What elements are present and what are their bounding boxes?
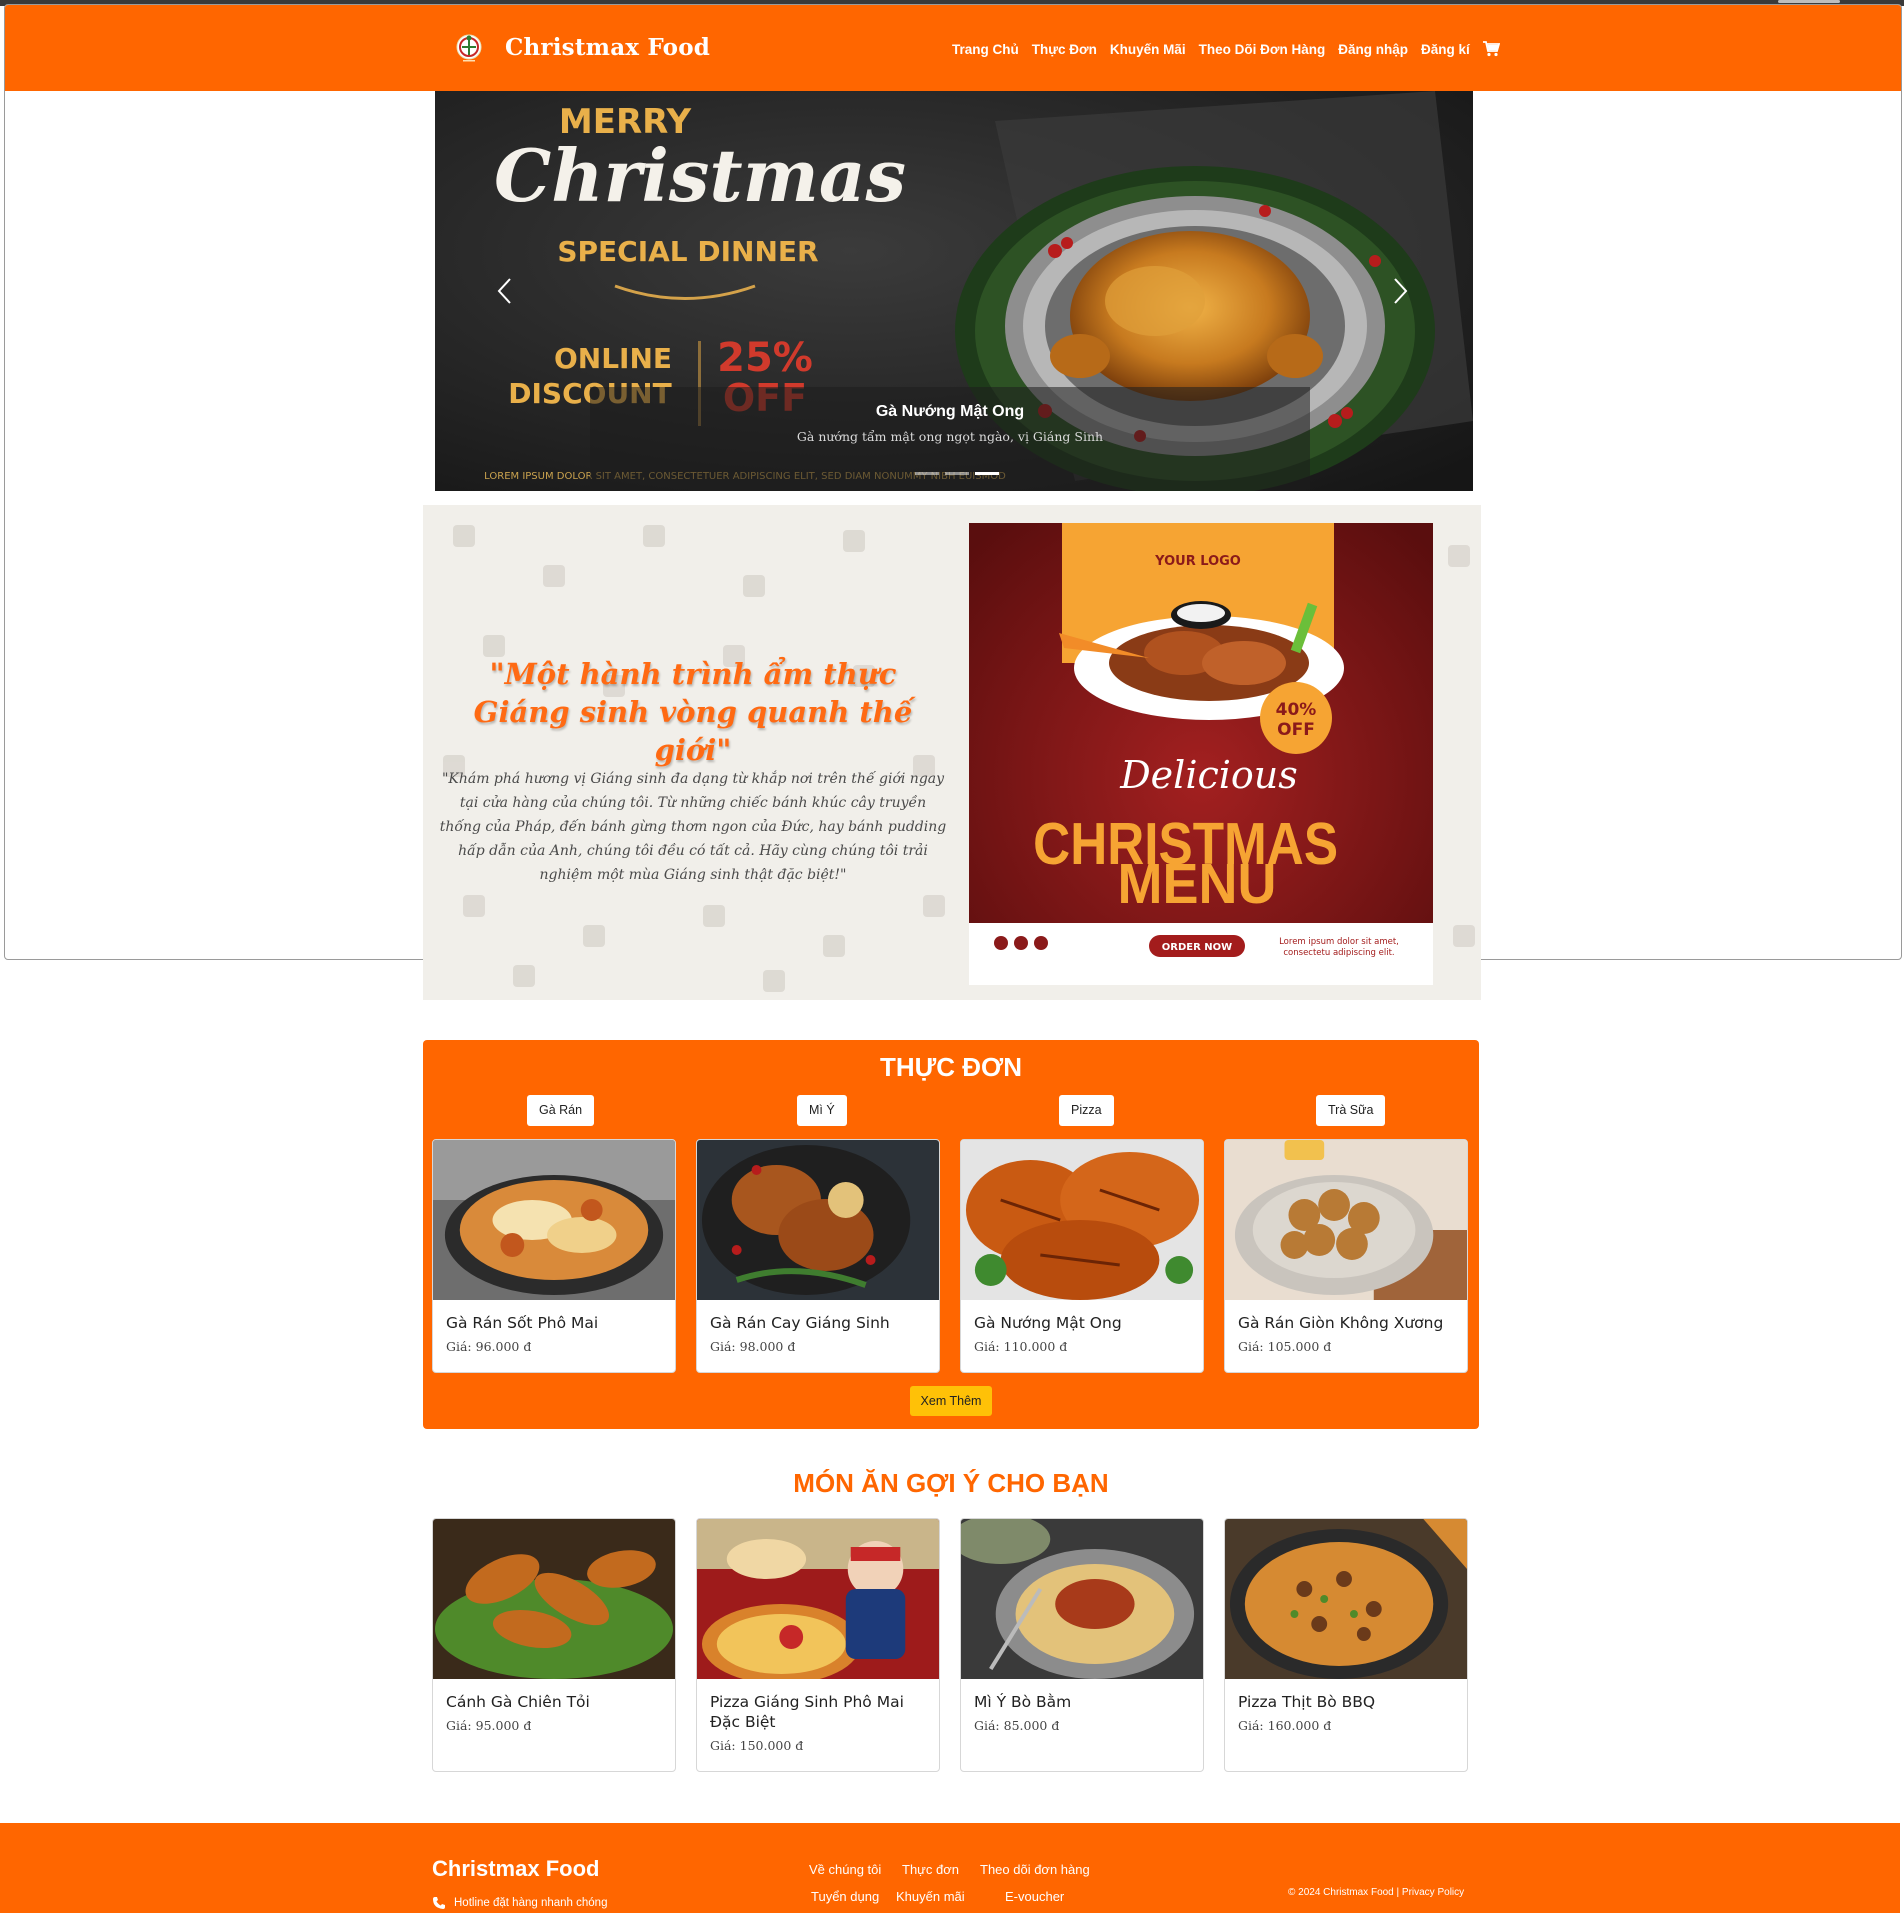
svg-text:consectetu adipiscing elit.: consectetu adipiscing elit.: [1283, 948, 1394, 958]
view-more-button[interactable]: Xem Thêm: [910, 1386, 992, 1416]
food-image: [961, 1519, 1203, 1679]
carousel-next-button[interactable]: [1385, 271, 1415, 311]
food-name: Mì Ý Bò Bằm: [974, 1693, 1072, 1711]
intro-quote: "Một hành trình ẩm thực Giáng sinh vòng …: [473, 657, 913, 767]
brand-logo-icon: [456, 34, 482, 62]
filter-milk-tea-button[interactable]: Trà Sữa: [1316, 1095, 1386, 1126]
suggestion-card[interactable]: Pizza Giáng Sinh Phô Mai Đặc Biệt Giá: 1…: [696, 1518, 940, 1772]
menu-title: THỰC ĐƠN: [880, 1052, 1022, 1082]
food-name: Gà Nướng Mật Ong: [974, 1314, 1122, 1332]
svg-text:ONLINE: ONLINE: [554, 342, 672, 375]
footer-copyright: © 2024 Christmax Food | Privacy Policy: [1288, 1887, 1465, 1898]
carousel-indicator-active[interactable]: [975, 472, 999, 475]
nav-menu[interactable]: Thực Đơn: [1032, 42, 1097, 57]
navbar: Christmax Food Trang Chủ Thực Đơn Khuyến…: [5, 5, 1901, 91]
carousel-caption: Gà Nướng Mật Ong Gà nướng tẩm mật ong ng…: [590, 387, 1310, 491]
food-price: Giá: 95.000 đ: [446, 1718, 532, 1733]
nav-track-order[interactable]: Theo Dõi Đơn Hàng: [1199, 42, 1326, 57]
food-image: [961, 1140, 1203, 1300]
food-price: Giá: 160.000 đ: [1238, 1718, 1332, 1733]
intro-section: "Một hành trình ẩm thực Giáng sinh vòng …: [423, 505, 1481, 1000]
footer-link-menu[interactable]: Thực đơn: [902, 1862, 959, 1877]
svg-text:25%: 25%: [717, 335, 813, 381]
menu-card[interactable]: Gà Rán Giòn Không Xương Giá: 105.000 đ: [1224, 1139, 1468, 1373]
carousel-indicator[interactable]: [945, 472, 969, 475]
main-nav: Trang Chủ Thực Đơn Khuyến Mãi Theo Dõi Đ…: [952, 41, 1500, 57]
food-name: Pizza Giáng Sinh Phô Mai Đặc Biệt: [710, 1693, 904, 1731]
food-price: Giá: 110.000 đ: [974, 1339, 1068, 1354]
nav-home[interactable]: Trang Chủ: [952, 42, 1019, 57]
hero-carousel: MERRY Christmas SPECIAL DINNER ONLINE DI…: [435, 91, 1473, 491]
svg-text:SPECIAL DINNER: SPECIAL DINNER: [557, 235, 818, 268]
footer-link-track-order[interactable]: Theo dõi đơn hàng: [980, 1862, 1090, 1877]
food-name: Cánh Gà Chiên Tỏi: [446, 1693, 590, 1711]
food-name: Gà Rán Giòn Không Xương: [1238, 1314, 1444, 1332]
footer: Christmax Food Hotline đặt hàng nhanh ch…: [0, 1823, 1900, 1913]
phone-icon: [433, 1897, 445, 1909]
svg-text:MENU: MENU: [1118, 852, 1277, 915]
filter-fried-chicken-button[interactable]: Gà Rán: [527, 1095, 595, 1126]
filter-spaghetti-button[interactable]: Mì Ý: [797, 1095, 847, 1126]
footer-link-promotions[interactable]: Khuyến mãi: [896, 1889, 965, 1904]
food-image: [697, 1519, 939, 1679]
footer-link-about[interactable]: Về chúng tôi: [809, 1862, 881, 1877]
food-price: Giá: 150.000 đ: [710, 1738, 804, 1753]
carousel-indicators: [915, 472, 1005, 475]
svg-text:OFF: OFF: [1277, 720, 1315, 740]
brand-name: Christmax Food: [505, 33, 711, 61]
nav-login[interactable]: Đăng nhập: [1338, 42, 1408, 57]
food-image: [1225, 1140, 1467, 1300]
svg-text:Lorem ipsum dolor sit amet,: Lorem ipsum dolor sit amet,: [1279, 937, 1399, 947]
nav-promotions[interactable]: Khuyến Mãi: [1110, 42, 1186, 57]
svg-text:40%: 40%: [1276, 700, 1317, 720]
nav-register[interactable]: Đăng kí: [1421, 42, 1470, 57]
promo-poster-image: YOUR LOGO 40% OFF Delicious CHRISTMAS ME…: [969, 523, 1433, 985]
footer-brand: Christmax Food: [432, 1856, 600, 1881]
carousel-prev-button[interactable]: [490, 271, 520, 311]
food-name: Gà Rán Cay Giáng Sinh: [710, 1314, 890, 1332]
food-price: Giá: 96.000 đ: [446, 1339, 532, 1354]
brand[interactable]: Christmax Food: [453, 29, 710, 65]
svg-text:Delicious: Delicious: [1119, 753, 1298, 797]
footer-link-evoucher[interactable]: E-voucher: [1005, 1889, 1064, 1904]
menu-card[interactable]: Gà Rán Sốt Phô Mai Giá: 96.000 đ: [432, 1139, 676, 1373]
menu-card[interactable]: Gà Rán Cay Giáng Sinh Giá: 98.000 đ: [696, 1139, 940, 1373]
caption-description: Gà nướng tẩm mật ong ngọt ngào, vị Giáng…: [796, 429, 1104, 444]
carousel-indicator[interactable]: [915, 472, 939, 475]
filter-pizza-button[interactable]: Pizza: [1059, 1095, 1114, 1126]
food-name: Gà Rán Sốt Phô Mai: [446, 1314, 599, 1332]
footer-link-careers[interactable]: Tuyển dụng: [811, 1889, 879, 1904]
menu-card[interactable]: Gà Nướng Mật Ong Giá: 110.000 đ: [960, 1139, 1204, 1373]
caption-title: Gà Nướng Mật Ong: [875, 403, 1025, 420]
svg-text:Christmas: Christmas: [494, 133, 906, 218]
food-name: Pizza Thịt Bò BBQ: [1238, 1693, 1376, 1711]
svg-text:YOUR LOGO: YOUR LOGO: [1154, 554, 1241, 569]
scroll-handle[interactable]: [1778, 0, 1840, 3]
food-image: [433, 1140, 675, 1300]
suggestion-card[interactable]: Mì Ý Bò Bằm Giá: 85.000 đ: [960, 1518, 1204, 1772]
food-image: [433, 1519, 675, 1679]
food-price: Giá: 98.000 đ: [710, 1339, 796, 1354]
food-image: [1225, 1519, 1467, 1679]
food-price: Giá: 85.000 đ: [974, 1718, 1060, 1733]
footer-hotline[interactable]: Hotline đặt hàng nhanh chóng: [432, 1896, 607, 1910]
food-image: [697, 1140, 939, 1300]
suggestion-card[interactable]: Cánh Gà Chiên Tỏi Giá: 95.000 đ: [432, 1518, 676, 1772]
intro-text: "Khám phá hương vị Giáng sinh đa dạng từ…: [439, 771, 947, 883]
suggestion-card[interactable]: Pizza Thịt Bò BBQ Giá: 160.000 đ: [1224, 1518, 1468, 1772]
cart-icon[interactable]: [1482, 41, 1500, 57]
menu-section: THỰC ĐƠN Gà Rán Mì Ý Pizza Trà Sữa Gà Rá…: [423, 1040, 1479, 1429]
suggestions-title: MÓN ĂN GỢI Ý CHO BẠN: [793, 1468, 1109, 1498]
svg-text:ORDER NOW: ORDER NOW: [1162, 942, 1232, 953]
footer-hotline-text: Hotline đặt hàng nhanh chóng: [454, 1897, 608, 1909]
food-price: Giá: 105.000 đ: [1238, 1339, 1332, 1354]
